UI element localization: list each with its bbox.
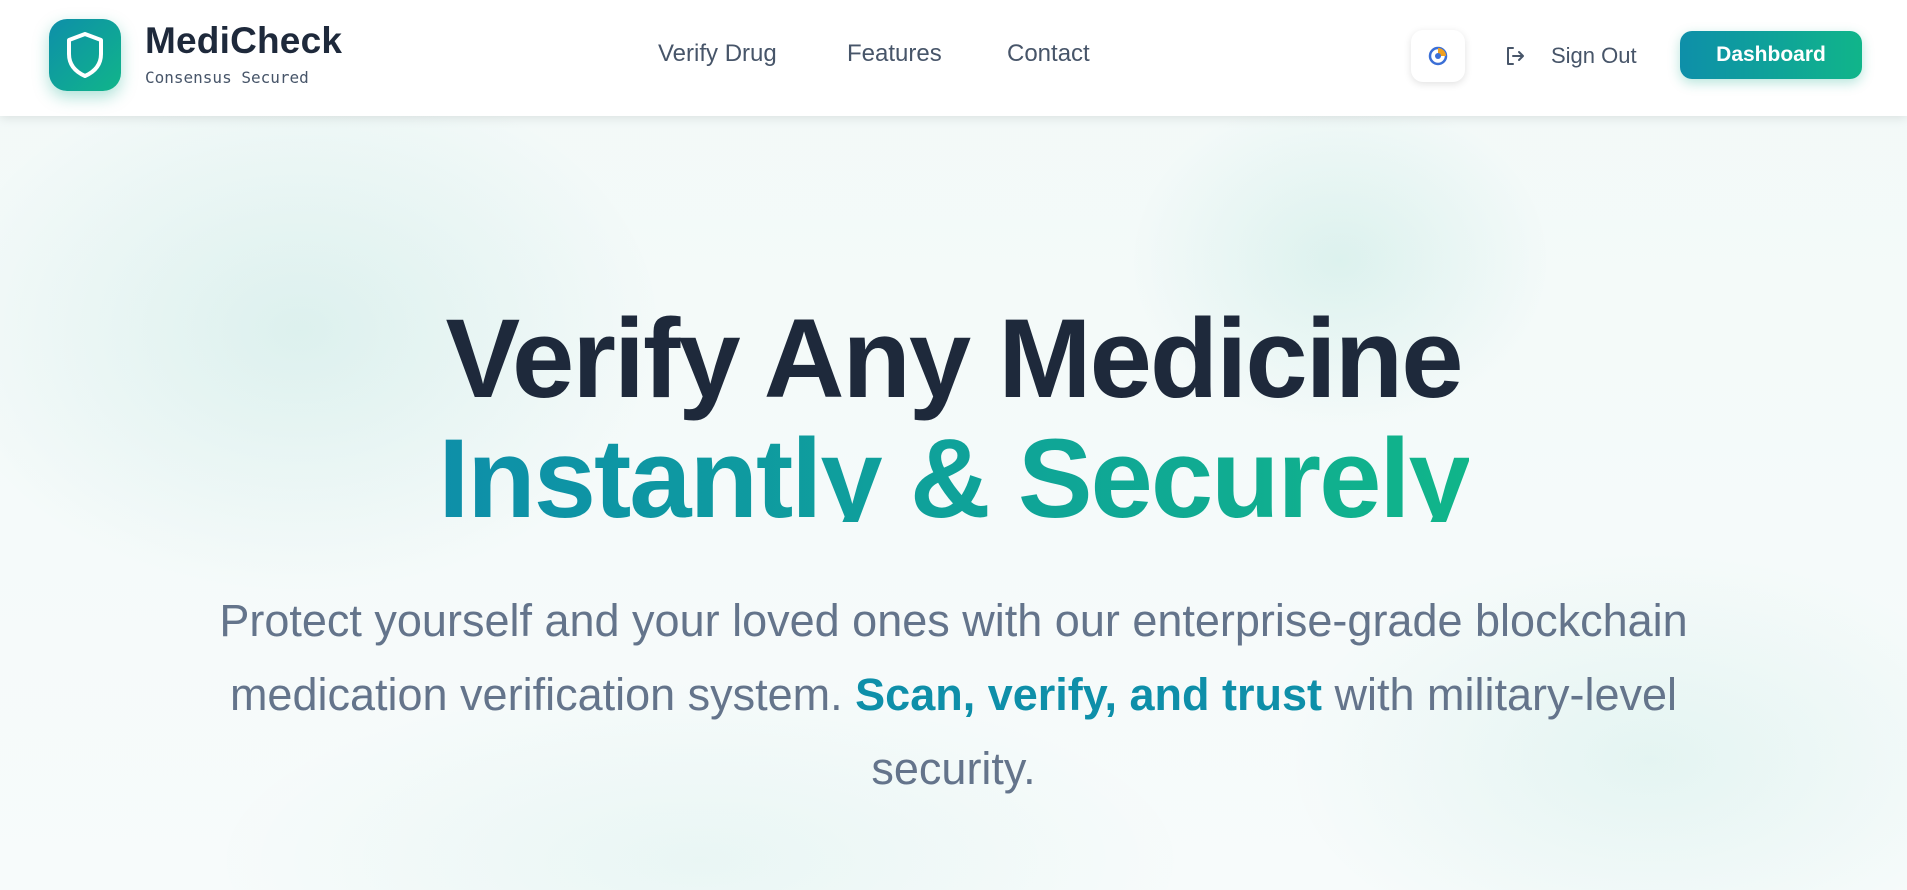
sign-out-icon [1507, 47, 1524, 65]
top-navbar: MediCheck Consensus Secured Verify Drug … [0, 0, 1907, 116]
hero-title-line2: Instantly & Securely [438, 416, 1469, 522]
hero-title-line1: Verify Any Medicine [445, 296, 1464, 421]
brand-tagline: Consensus Secured [145, 68, 309, 87]
theme-toggle-button[interactable] [1411, 30, 1465, 82]
nav-verify-drug[interactable]: Verify Drug [658, 40, 777, 68]
dashboard-button[interactable]: Dashboard [1680, 31, 1862, 79]
sign-out-label: Sign Out [1551, 43, 1637, 68]
nav-contact[interactable]: Contact [1007, 40, 1090, 68]
hero-description-highlight: Scan, verify, and trust [855, 669, 1322, 720]
hero-title-line2-wrap: Instantly & Securely [0, 414, 1907, 544]
sign-out-button[interactable]: Sign Out [1503, 40, 1637, 72]
shield-icon [67, 32, 103, 78]
logo-badge[interactable] [49, 19, 121, 91]
nav-features[interactable]: Features [847, 40, 942, 68]
brand-name[interactable]: MediCheck [145, 20, 342, 62]
theme-toggle-icon [1428, 46, 1448, 66]
hero-description: Protect yourself and your loved ones wit… [180, 584, 1727, 806]
